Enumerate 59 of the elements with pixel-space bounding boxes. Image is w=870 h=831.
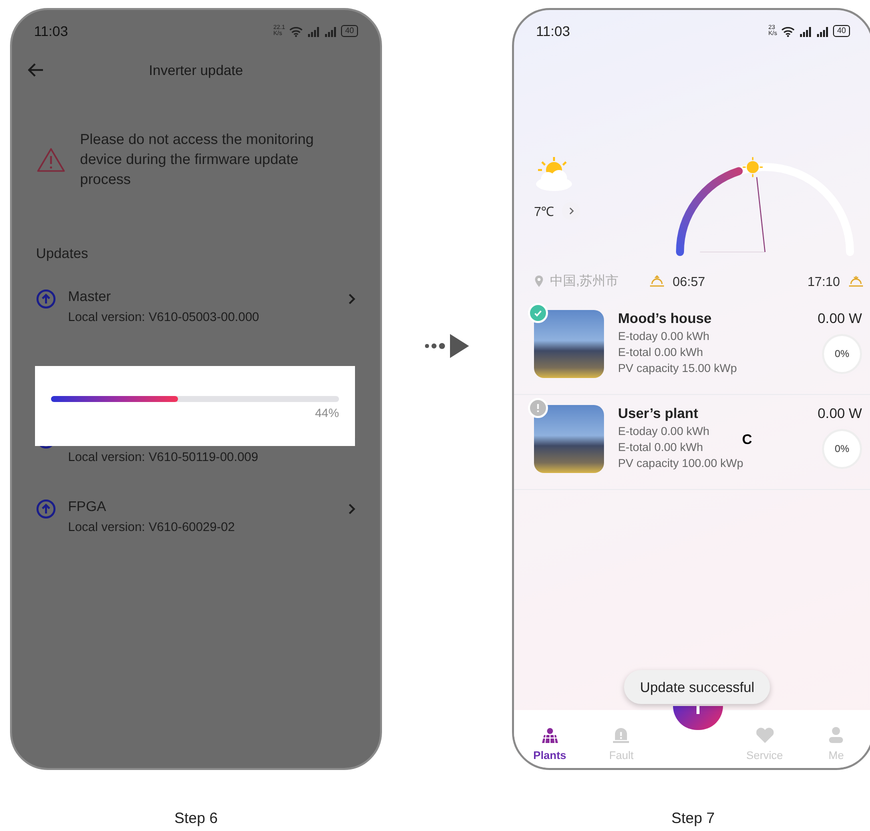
energy-today: E-today 0.00 kWh [618, 330, 710, 345]
upload-icon [36, 289, 56, 309]
power-value: 0.00 W [818, 405, 862, 421]
step-caption: Step 7 [671, 810, 715, 827]
percentage-ring: 0% [822, 334, 862, 374]
wifi-icon [289, 26, 304, 36]
battery-level: 40 [833, 25, 850, 37]
update-item[interactable]: Master Local version: V610-05003-00.000 [36, 261, 356, 324]
chevron-right-icon [568, 207, 574, 215]
sunrise-time: 06:57 [672, 274, 706, 288]
screen-title: Inverter update [148, 62, 244, 78]
chevron-right-icon [348, 503, 356, 515]
solar-panel-icon [540, 726, 560, 744]
location-pin-icon [534, 275, 544, 287]
check-icon [534, 310, 542, 316]
sunset-time: 17:10 [807, 274, 840, 288]
percentage-ring: 0% [822, 429, 862, 469]
signal-icon [799, 26, 812, 36]
sunset-icon [848, 275, 864, 287]
overlay-letter: C [742, 431, 752, 447]
plus-icon [696, 706, 700, 714]
heart-icon [754, 726, 775, 744]
battery-level: 40 [341, 25, 358, 37]
alarm-icon [612, 726, 630, 744]
back-arrow-icon [28, 63, 44, 77]
section-heading: Updates [36, 245, 90, 261]
chevron-right-icon [348, 293, 356, 305]
energy-total: E-total 0.00 kWh [618, 441, 704, 456]
dotted-arrow-icon [424, 333, 470, 359]
wifi-icon [781, 26, 796, 36]
plant-name: Mood’s house [618, 310, 713, 326]
signal-icon [324, 26, 338, 36]
plant-card[interactable]: User’s plant E-today 0.00 kWh E-total 0.00 kWh PV capacity 100.00 kWp 0.00 W 0% C [514, 395, 870, 490]
pv-capacity: PV capacity 15.00 kWp [618, 362, 737, 377]
upload-icon [36, 499, 56, 519]
signal-icon [816, 26, 830, 36]
energy-total: E-total 0.00 kWh [618, 346, 704, 361]
location-text: 中国,苏州市 [550, 272, 619, 290]
back-button[interactable] [28, 63, 44, 77]
photo-placeholder [534, 405, 604, 473]
update-toast: Update successful [624, 670, 770, 704]
status-time: 11:03 [536, 23, 570, 39]
warning-message: Please do not access the monitoring device during the firmware update process [80, 131, 315, 190]
pv-capacity: PV capacity 100.00 kWp [618, 457, 744, 472]
nav-tab[interactable]: Plants [514, 726, 586, 762]
signal-icon [307, 26, 320, 36]
step-caption: Step 6 [174, 810, 218, 827]
power-value: 0.00 W [818, 310, 862, 326]
energy-today: E-today 0.00 kWh [618, 425, 710, 440]
person-icon [827, 726, 846, 744]
update-item[interactable]: FPGA Local version: V610-60029-02 [36, 464, 356, 534]
warning-icon [36, 147, 66, 173]
plant-card[interactable]: Mood’s house E-today 0.00 kWh E-total 0.00 kWh PV capacity 15.00 kWp 0.00 W 0% [514, 300, 870, 395]
plant-name: User’s plant [618, 405, 700, 421]
sunrise-icon [648, 275, 665, 287]
temperature: 7℃ [534, 203, 554, 220]
progress-percentage: 44% [314, 406, 339, 420]
photo-placeholder [534, 310, 604, 378]
status-time: 11:03 [34, 23, 68, 39]
